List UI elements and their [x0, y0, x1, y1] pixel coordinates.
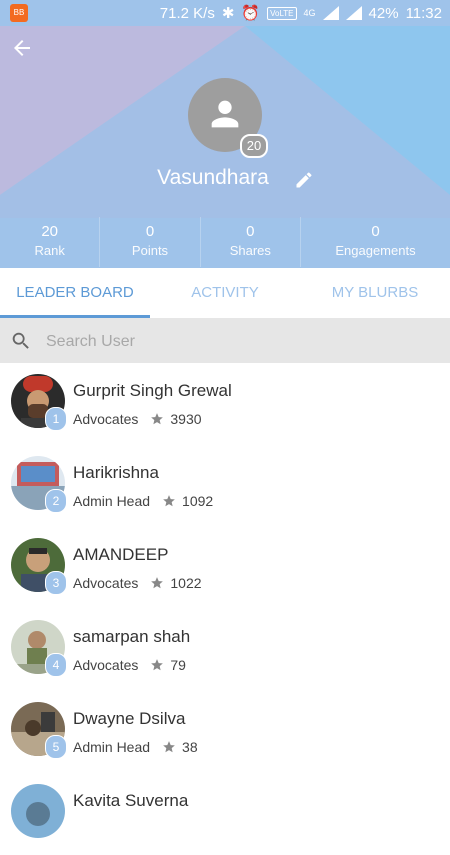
star-icon: [163, 495, 175, 507]
tab-my-blurbs[interactable]: MY BLURBS: [300, 268, 450, 318]
user-role: Advocates: [73, 657, 139, 673]
user-name: Kavita Suverna: [73, 791, 189, 810]
avatar-rank-badge: 20: [240, 134, 268, 158]
user-name: Harikrishna: [73, 463, 159, 482]
stat-label: Rank: [34, 243, 65, 258]
alarm-icon: ⏰: [241, 5, 261, 22]
stat-value: 0: [145, 223, 155, 240]
list-item[interactable]: 5 Dwayne Dsilva Admin Head 38: [0, 691, 450, 773]
edit-pencil-icon[interactable]: [294, 170, 314, 190]
search-icon: [12, 332, 29, 349]
tab-leader-board[interactable]: LEADER BOARD: [0, 268, 150, 318]
stat-shares: 0 Shares: [201, 217, 301, 267]
stat-label: Points: [131, 243, 169, 258]
user-role: Advocates: [73, 411, 139, 427]
list-item[interactable]: 1 Gurprit Singh Grewal Advocates 3930: [0, 363, 450, 445]
stat-rank: 20 Rank: [0, 217, 101, 267]
status-bar: BB 71.2 K/s ✱ ⏰ VoLTE 4G 42% 11:32: [0, 0, 450, 26]
stat-label: Engagements: [335, 243, 416, 258]
volte-badge: VoLTE: [267, 6, 297, 20]
user-meta: Advocates 1022: [73, 575, 202, 591]
user-role: Admin Head: [73, 739, 151, 755]
bluetooth-icon: ✱: [221, 5, 235, 22]
network-type: 4G: [303, 8, 316, 18]
user-meta: Advocates 3930: [73, 411, 202, 427]
search-user-input[interactable]: [44, 327, 428, 357]
user-name: Gurprit Singh Grewal: [73, 381, 232, 400]
stat-engagements: 0 Engagements: [301, 217, 450, 267]
battery-level: 42%: [368, 4, 399, 22]
user-role: Admin Head: [73, 493, 151, 509]
list-item[interactable]: Kavita Suverna: [0, 773, 450, 855]
clock: 11:32: [405, 4, 442, 22]
stat-value: 0: [246, 223, 255, 240]
rank-badge: 4: [45, 653, 67, 677]
stat-label: Shares: [229, 243, 271, 258]
leaderboard-list: 1 Gurprit Singh Grewal Advocates 3930 2 …: [0, 363, 450, 855]
star-icon: [163, 741, 175, 753]
profile-name-row: Vasundhara: [0, 166, 450, 190]
network-speed: 71.2 K/s: [159, 4, 215, 22]
user-points: 3930: [170, 411, 202, 427]
user-name: Dwayne Dsilva: [73, 709, 186, 728]
profile-stats: 20 Rank 0 Points 0 Shares 0 Engagements: [0, 217, 450, 267]
user-meta: Advocates 79: [73, 657, 186, 673]
stat-value: 20: [41, 223, 58, 240]
signal-icon: [322, 6, 339, 20]
person-icon: [211, 100, 239, 128]
list-item[interactable]: 4 samarpan shah Advocates 79: [0, 609, 450, 691]
rank-badge: 1: [45, 407, 67, 431]
list-item[interactable]: 3 AMANDEEP Advocates 1022: [0, 527, 450, 609]
user-meta: Admin Head 1092: [73, 493, 213, 509]
signal-icon-2: [345, 6, 362, 20]
user-name: AMANDEEP: [73, 545, 169, 564]
profile-name: Vasundhara: [157, 166, 269, 189]
user-role: Advocates: [73, 575, 139, 591]
stat-points: 0 Points: [100, 217, 201, 267]
rank-badge: 3: [45, 571, 67, 595]
user-points: 79: [170, 657, 186, 673]
star-icon: [151, 413, 164, 425]
search-bar: [0, 319, 450, 363]
list-item[interactable]: 2 Harikrishna Admin Head 1092: [0, 445, 450, 527]
stat-value: 0: [371, 223, 380, 240]
tab-activity[interactable]: ACTIVITY: [150, 268, 300, 318]
user-avatar: [11, 784, 65, 838]
user-points: 38: [182, 739, 198, 755]
star-icon: [151, 577, 164, 589]
user-name: samarpan shah: [73, 627, 191, 646]
rank-badge: 5: [45, 735, 67, 759]
user-points: 1092: [182, 493, 214, 509]
tab-bar: LEADER BOARD ACTIVITY MY BLURBS: [0, 268, 450, 319]
user-points: 1022: [170, 575, 202, 591]
star-icon: [151, 659, 164, 671]
app-notification-icon: BB: [10, 4, 28, 22]
back-arrow-icon[interactable]: [10, 36, 34, 60]
user-meta: Admin Head 38: [73, 739, 198, 755]
rank-badge: 2: [45, 489, 67, 513]
